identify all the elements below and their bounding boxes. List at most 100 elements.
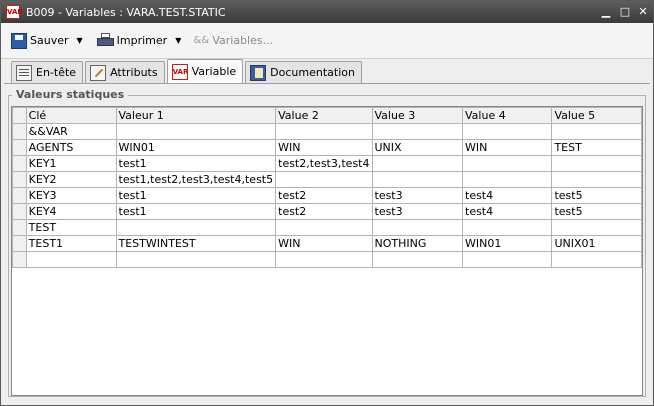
table-cell[interactable]: NOTHING	[371, 235, 463, 252]
table-cell[interactable]: test1	[115, 187, 277, 204]
table-cell[interactable]: test2	[275, 187, 373, 204]
row-selector[interactable]	[12, 219, 27, 236]
column-header[interactable]: Value 3	[371, 107, 463, 124]
table-cell[interactable]	[115, 123, 277, 140]
variables-window: VAR B009 - Variables : VARA.TEST.STATIC …	[0, 0, 654, 406]
table-cell[interactable]	[551, 123, 642, 140]
var-icon: VAR	[6, 5, 23, 19]
save-dropdown-arrow-icon[interactable]: ▼	[77, 36, 83, 45]
print-icon	[96, 33, 114, 48]
table-cell[interactable]	[115, 219, 277, 236]
table-row[interactable]: &&VAR	[12, 123, 642, 140]
table-cell[interactable]	[551, 155, 642, 172]
table-cell[interactable]: test5	[551, 203, 642, 220]
table-cell[interactable]: test1,test2,test3,test4,test5	[115, 171, 277, 188]
variable-panel: Valeurs statiques Clé Valeur 1 Value 2 V…	[4, 83, 650, 401]
table-cell[interactable]: WIN	[275, 139, 373, 156]
table-cell[interactable]: test3	[371, 203, 463, 220]
table-row[interactable]: TEST1 TESTWINTEST WIN NOTHING WIN01 UNIX01	[12, 235, 642, 252]
table-cell[interactable]	[461, 171, 553, 188]
row-selector[interactable]	[12, 203, 27, 220]
table-cell[interactable]: WIN01	[115, 139, 277, 156]
table-row[interactable]: TEST	[12, 219, 642, 236]
table-row[interactable]: KEY3 test1 test2 test3 test4 test5	[12, 187, 642, 204]
table-cell[interactable]: AGENTS	[25, 139, 117, 156]
table-row[interactable]: KEY4 test1 test2 test3 test4 test5	[12, 203, 642, 220]
table-cell[interactable]	[461, 123, 553, 140]
toolbar: Sauver ▼ Imprimer ▼ && Variables...	[1, 23, 653, 59]
column-header[interactable]: Clé	[25, 107, 117, 124]
row-selector[interactable]	[12, 187, 27, 204]
table-row[interactable]	[12, 251, 642, 268]
table-cell[interactable]: TESTWINTEST	[115, 235, 277, 252]
table-cell[interactable]	[275, 251, 373, 268]
close-icon[interactable]: ✕	[636, 5, 650, 19]
table-cell[interactable]: test5	[551, 187, 642, 204]
table-cell[interactable]: WIN01	[461, 235, 553, 252]
column-header[interactable]: Value 4	[461, 107, 553, 124]
table-cell[interactable]: test2,test3,test4	[275, 155, 373, 172]
maximize-icon[interactable]: □	[618, 5, 632, 19]
table-cell[interactable]	[275, 171, 373, 188]
table-cell[interactable]	[371, 219, 463, 236]
table-cell[interactable]: WIN	[275, 235, 373, 252]
print-button[interactable]: Imprimer ▼	[96, 29, 181, 53]
table-row[interactable]: KEY1 test1 test2,test3,test4	[12, 155, 642, 172]
table-cell[interactable]: UNIX01	[551, 235, 642, 252]
table-cell[interactable]	[371, 155, 463, 172]
table-cell[interactable]	[371, 251, 463, 268]
row-selector[interactable]	[12, 123, 27, 140]
tab-variable[interactable]: VAR Variable	[166, 59, 244, 83]
tab-strip: En-tête Attributs VAR Variable Documenta…	[11, 59, 364, 83]
tab-documentation[interactable]: Documentation	[245, 61, 362, 83]
table-cell[interactable]: &&VAR	[25, 123, 117, 140]
table-cell[interactable]: UNIX	[371, 139, 463, 156]
table-cell[interactable]: TEST	[551, 139, 642, 156]
table-cell[interactable]: KEY2	[25, 171, 117, 188]
table-cell[interactable]	[461, 155, 553, 172]
table-cell[interactable]: test4	[461, 203, 553, 220]
table-cell[interactable]: test1	[115, 203, 277, 220]
save-button[interactable]: Sauver ▼	[11, 29, 83, 53]
static-values-table[interactable]: Clé Valeur 1 Value 2 Value 3 Value 4 Val…	[11, 106, 643, 396]
column-header[interactable]: Value 2	[275, 107, 373, 124]
table-row[interactable]: KEY2 test1,test2,test3,test4,test5	[12, 171, 642, 188]
table-cell[interactable]	[461, 219, 553, 236]
table-cell[interactable]: KEY1	[25, 155, 117, 172]
column-header[interactable]: Value 5	[551, 107, 642, 124]
row-selector[interactable]	[12, 235, 27, 252]
table-cell[interactable]	[115, 251, 277, 268]
row-selector[interactable]	[12, 171, 27, 188]
variables-button[interactable]: && Variables...	[193, 29, 274, 53]
table-cell[interactable]	[461, 251, 553, 268]
table-cell[interactable]: KEY3	[25, 187, 117, 204]
row-selector[interactable]	[12, 155, 27, 172]
row-selector[interactable]	[12, 139, 27, 156]
row-selector[interactable]	[12, 251, 27, 268]
column-header[interactable]: Valeur 1	[115, 107, 277, 124]
table-cell[interactable]	[551, 219, 642, 236]
corner-cell	[12, 107, 27, 124]
window-title: B009 - Variables : VARA.TEST.STATIC	[26, 5, 226, 19]
print-dropdown-arrow-icon[interactable]: ▼	[175, 36, 181, 45]
table-cell[interactable]: test1	[115, 155, 277, 172]
table-cell[interactable]: test3	[371, 187, 463, 204]
tab-attributs[interactable]: Attributs	[85, 61, 165, 83]
table-cell[interactable]	[371, 171, 463, 188]
table-cell[interactable]: KEY4	[25, 203, 117, 220]
table-cell[interactable]	[371, 123, 463, 140]
table-cell[interactable]	[25, 251, 117, 268]
table-cell[interactable]	[275, 123, 373, 140]
table-row[interactable]: AGENTS WIN01 WIN UNIX WIN TEST	[12, 139, 642, 156]
table-cell[interactable]	[551, 251, 642, 268]
tab-en-tete[interactable]: En-tête	[11, 61, 84, 83]
table-cell[interactable]	[551, 171, 642, 188]
title-bar[interactable]: VAR B009 - Variables : VARA.TEST.STATIC …	[1, 1, 653, 23]
table-cell[interactable]: test4	[461, 187, 553, 204]
minimize-icon[interactable]: ▁	[599, 5, 613, 19]
table-cell[interactable]: TEST	[25, 219, 117, 236]
table-cell[interactable]: test2	[275, 203, 373, 220]
table-cell[interactable]: WIN	[461, 139, 553, 156]
table-cell[interactable]	[275, 219, 373, 236]
table-cell[interactable]: TEST1	[25, 235, 117, 252]
